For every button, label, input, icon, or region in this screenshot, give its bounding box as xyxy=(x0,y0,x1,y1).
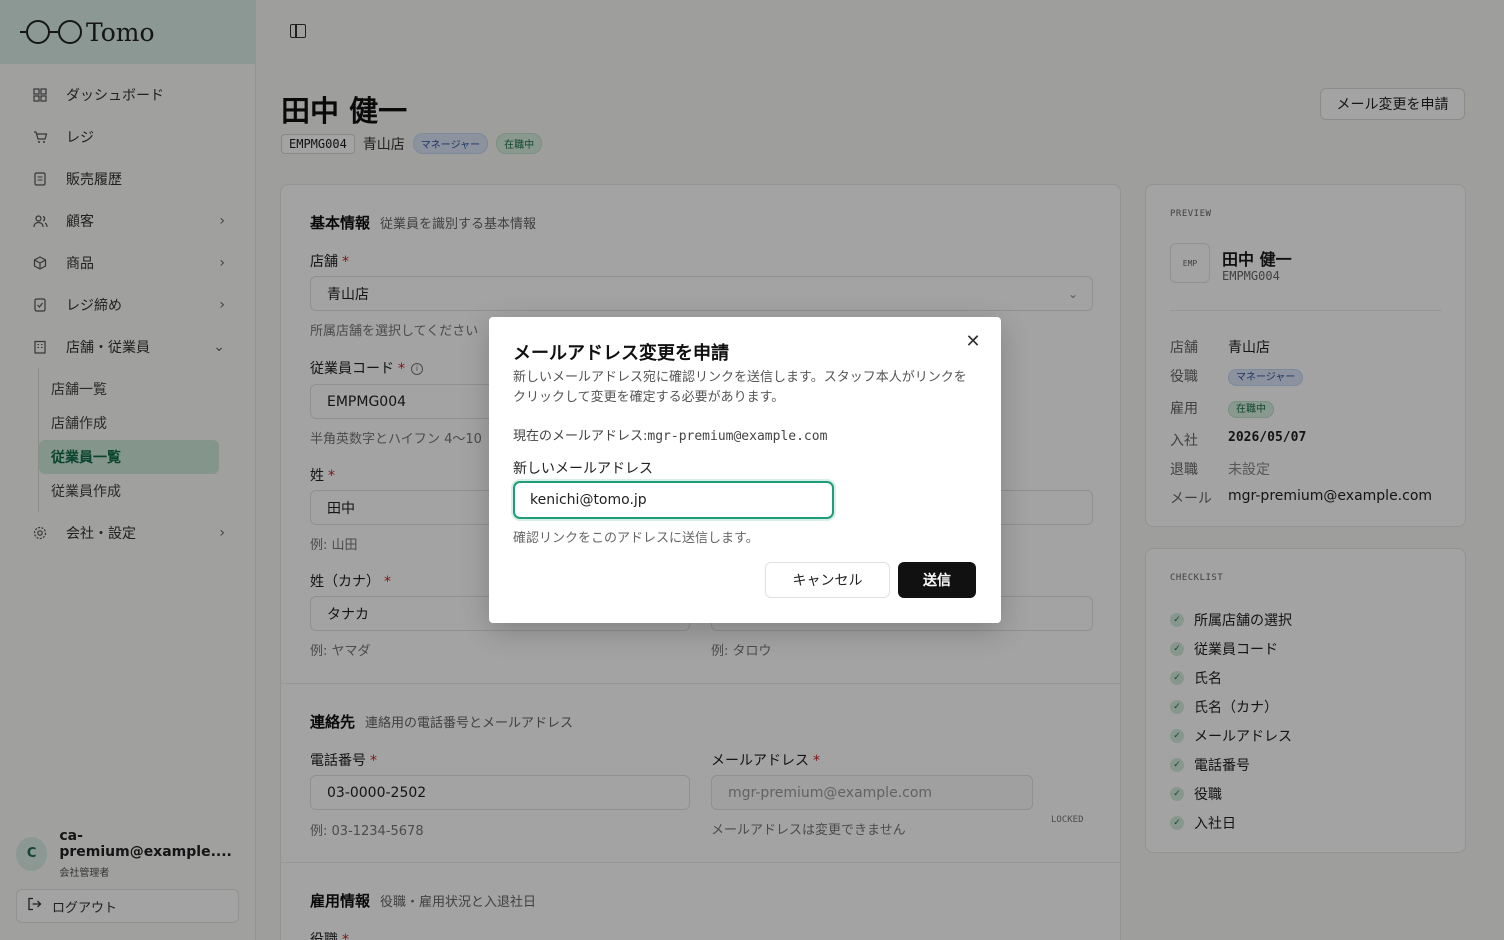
dialog-title: メールアドレス変更を申請 xyxy=(513,343,729,364)
new-email-hint: 確認リンクをこのアドレスに送信します。 xyxy=(513,531,759,546)
email-change-dialog: メールアドレス変更を申請 ✕ 新しいメールアドレス宛に確認リンクを送信します。ス… xyxy=(489,317,1001,623)
dialog-description: 新しいメールアドレス宛に確認リンクを送信します。スタッフ本人がリンクをクリックし… xyxy=(513,370,967,405)
submit-button[interactable]: 送信 xyxy=(898,562,976,598)
cancel-button[interactable]: キャンセル xyxy=(765,562,890,598)
current-email: 現在のメールアドレス:mgr-premium@example.com xyxy=(513,429,828,444)
close-icon[interactable]: ✕ xyxy=(963,331,983,352)
new-email-label: 新しいメールアドレス xyxy=(513,461,653,477)
new-email-input[interactable] xyxy=(513,481,834,519)
